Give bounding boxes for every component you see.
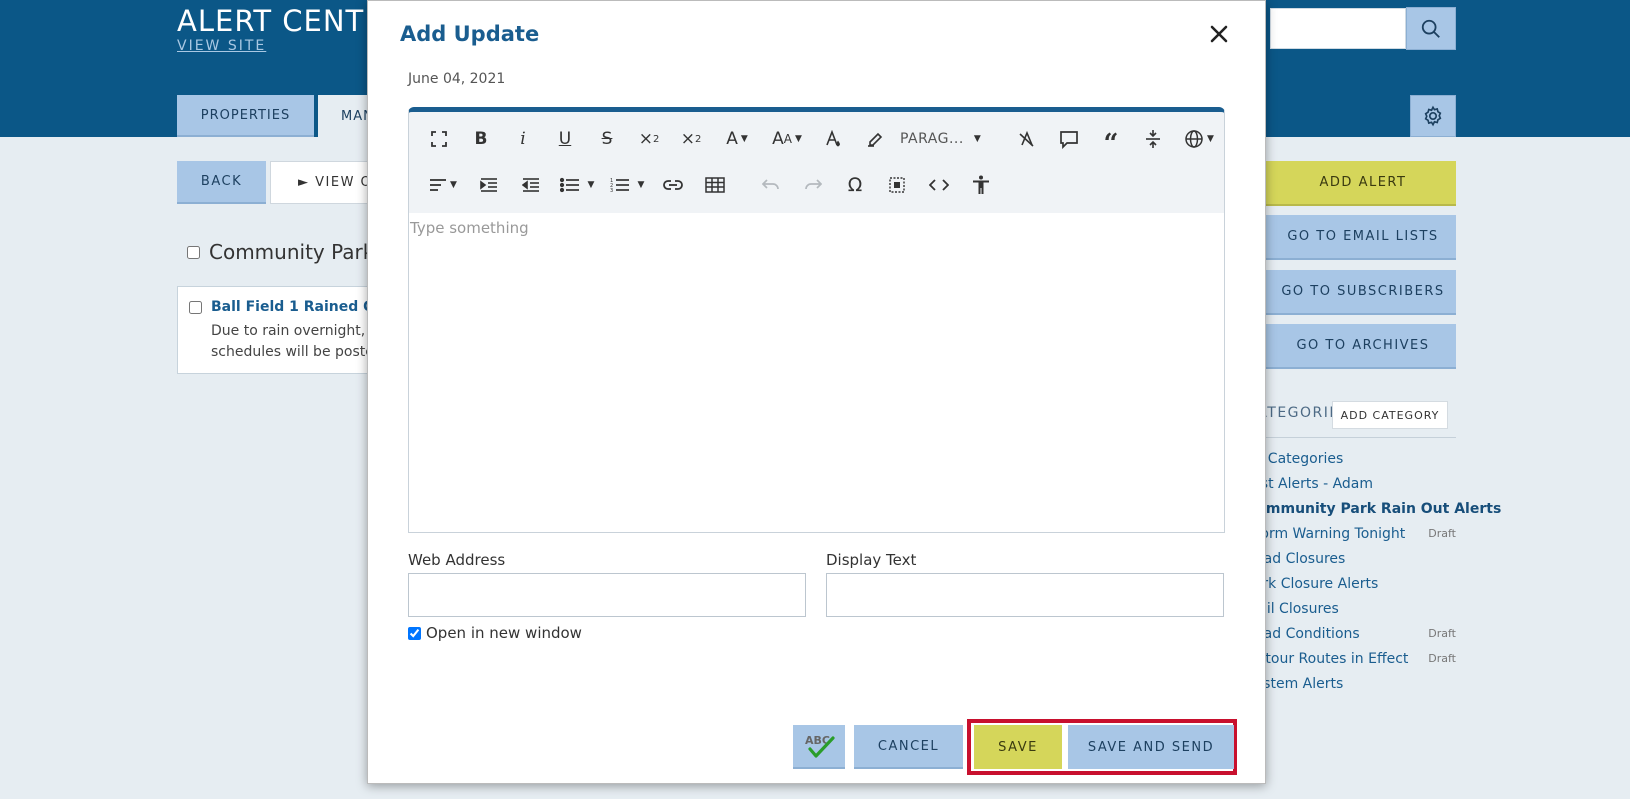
open-new-window-row: Open in new window bbox=[408, 624, 582, 642]
bold-icon[interactable]: B bbox=[460, 122, 502, 156]
select-all-icon[interactable] bbox=[876, 168, 918, 202]
bullet-list-icon[interactable]: ▼ bbox=[552, 168, 602, 202]
save-and-send-button[interactable]: SAVE AND SEND bbox=[1068, 725, 1234, 769]
editor-toolbar: B i U S × 2 × 2 A ▼ A A ▼ PARAG... ▼ “ ▼… bbox=[409, 112, 1224, 213]
toolbar-row: B i U S × 2 × 2 A ▼ A A ▼ PARAG... ▼ “ ▼ bbox=[418, 119, 1224, 159]
language-icon[interactable]: ▼ bbox=[1174, 122, 1224, 156]
web-address-input[interactable] bbox=[408, 573, 806, 617]
superscript-icon[interactable]: × 2 bbox=[670, 122, 712, 156]
subscript-icon[interactable]: × 2 bbox=[628, 122, 670, 156]
special-char-icon[interactable]: Ω bbox=[834, 168, 876, 202]
rich-text-editor: B i U S × 2 × 2 A ▼ A A ▼ PARAG... ▼ “ ▼… bbox=[408, 107, 1225, 533]
accessibility-icon[interactable] bbox=[960, 168, 1002, 202]
add-update-dialog: Add Update June 04, 2021 B i U S × 2 × 2 A… bbox=[367, 0, 1266, 784]
text-color-icon[interactable] bbox=[812, 122, 854, 156]
outdent-icon[interactable] bbox=[510, 168, 552, 202]
close-button[interactable] bbox=[1204, 19, 1234, 49]
redo-icon[interactable] bbox=[792, 168, 834, 202]
display-text-label: Display Text bbox=[826, 551, 917, 569]
editor-content[interactable]: Type something bbox=[409, 213, 1224, 532]
indent-icon[interactable] bbox=[468, 168, 510, 202]
open-new-window-label: Open in new window bbox=[426, 624, 582, 642]
svg-text:3: 3 bbox=[610, 188, 613, 193]
fullscreen-icon[interactable] bbox=[418, 122, 460, 156]
link-icon[interactable] bbox=[652, 168, 694, 202]
web-address-label: Web Address bbox=[408, 551, 506, 569]
close-icon bbox=[1210, 25, 1228, 43]
cancel-button[interactable]: CANCEL bbox=[854, 725, 963, 769]
font-size-icon[interactable]: A A ▼ bbox=[762, 122, 812, 156]
font-color-icon[interactable]: A ▼ bbox=[712, 122, 762, 156]
editor-placeholder: Type something bbox=[410, 219, 529, 237]
horizontal-line-icon[interactable] bbox=[1132, 122, 1174, 156]
table-icon[interactable] bbox=[694, 168, 736, 202]
update-date: June 04, 2021 bbox=[408, 71, 506, 87]
underline-icon[interactable]: U bbox=[544, 122, 586, 156]
display-text-input[interactable] bbox=[826, 573, 1224, 617]
quote-icon[interactable]: “ bbox=[1090, 122, 1132, 159]
clear-format-icon[interactable] bbox=[1006, 122, 1048, 156]
toolbar-row: ▼ ▼ 1 2 3 ▼ Ω bbox=[418, 165, 1002, 205]
paragraph-format-icon[interactable]: PARAG... ▼ bbox=[896, 122, 1006, 156]
spellcheck-icon: ABC bbox=[805, 734, 835, 758]
italic-icon[interactable]: i bbox=[502, 122, 544, 156]
save-button[interactable]: SAVE bbox=[974, 725, 1062, 769]
paragraph-format-label: PARAG... bbox=[900, 131, 964, 147]
spellcheck-button[interactable]: ABC bbox=[793, 725, 845, 769]
comment-icon[interactable] bbox=[1048, 122, 1090, 156]
strikethrough-icon[interactable]: S bbox=[586, 122, 628, 156]
numbered-list-icon[interactable]: 1 2 3 ▼ bbox=[602, 168, 652, 202]
dialog-title: Add Update bbox=[400, 22, 540, 46]
open-new-window-checkbox[interactable] bbox=[408, 626, 421, 640]
undo-icon[interactable] bbox=[750, 168, 792, 202]
highlight-icon[interactable] bbox=[854, 122, 896, 156]
code-view-icon[interactable] bbox=[918, 168, 960, 202]
align-icon[interactable]: ▼ bbox=[418, 168, 468, 202]
